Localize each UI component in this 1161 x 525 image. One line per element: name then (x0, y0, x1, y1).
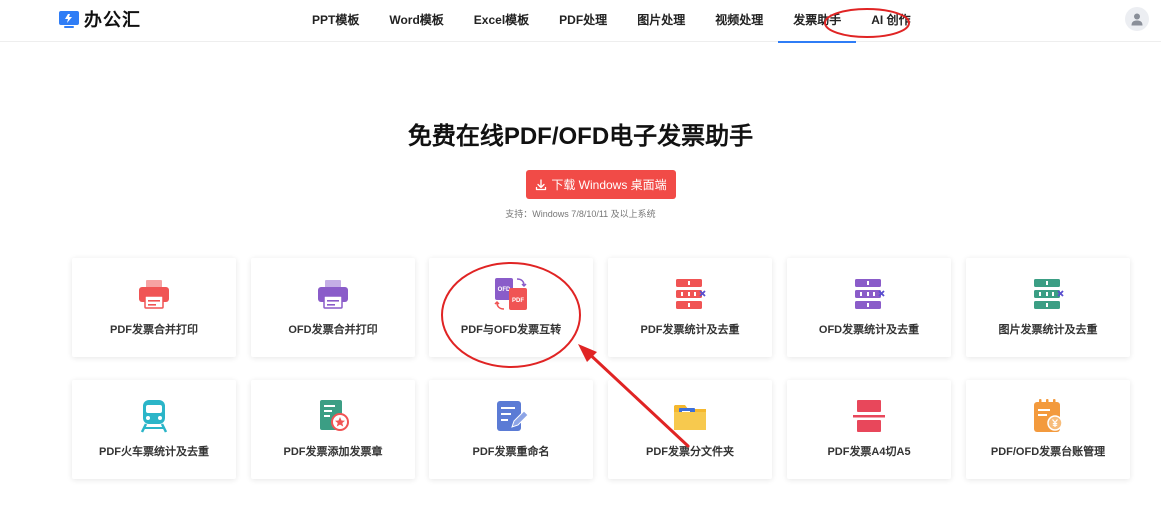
tool-card-label: PDF发票分文件夹 (646, 446, 734, 458)
nav-item-ppt-templates[interactable]: PPT模板 (297, 0, 374, 42)
printer-icon (136, 276, 172, 312)
folder-icon (672, 398, 708, 434)
tool-card-pdf-stats-dedupe[interactable]: PDF发票统计及去重 (608, 258, 772, 357)
tool-card-label: PDF与OFD发票互转 (460, 324, 562, 336)
tool-card-label: PDF发票添加发票章 (283, 446, 383, 458)
tool-card-label: PDF/OFD发票台账管理 (990, 446, 1106, 458)
tool-card-label: PDF火车票统计及去重 (99, 446, 209, 458)
tool-card-a4-to-a5[interactable]: PDF发票A4切A5 (787, 380, 951, 479)
tool-card-label: OFD发票合并打印 (288, 324, 378, 336)
tool-card-ofd-merge-print[interactable]: OFD发票合并打印 (251, 258, 415, 357)
logo-text: 办公汇 (84, 10, 141, 30)
printer-icon (315, 276, 351, 312)
system-support-text: 支持：Windows 7/8/10/11 及以上系统 (505, 209, 656, 219)
rename-icon (493, 398, 529, 434)
top-header: 办公汇 PPT模板 Word模板 Excel模板 PDF处理 图片处理 视频处理… (0, 0, 1161, 43)
tool-card-label: PDF发票统计及去重 (640, 324, 740, 336)
ledger-icon (1030, 398, 1066, 434)
main-nav: PPT模板 Word模板 Excel模板 PDF处理 图片处理 视频处理 发票助… (297, 0, 926, 43)
convert-icon: OFD PDF (493, 276, 529, 312)
stamp-doc-icon (315, 398, 351, 434)
logo-monitor-icon (59, 11, 79, 28)
tool-card-label: OFD发票统计及去重 (818, 324, 920, 336)
nav-item-image-tools[interactable]: 图片处理 (622, 0, 700, 42)
download-windows-button[interactable]: 下载 Windows 桌面端 (526, 170, 676, 199)
tool-card-label: PDF发票合并打印 (110, 324, 198, 336)
user-icon (1131, 13, 1143, 26)
svg-text:OFD: OFD (498, 287, 511, 293)
nav-item-excel-templates[interactable]: Excel模板 (459, 0, 544, 42)
nav-item-ai-create[interactable]: AI 创作 (856, 0, 925, 42)
nav-item-word-templates[interactable]: Word模板 (374, 0, 458, 42)
download-button-label: 下载 Windows 桌面端 (551, 178, 667, 192)
tool-card-label: PDF发票A4切A5 (827, 446, 911, 458)
svg-text:PDF: PDF (512, 298, 524, 304)
tool-card-invoice-ledger[interactable]: PDF/OFD发票台账管理 (966, 380, 1130, 479)
tool-card-label: 图片发票统计及去重 (998, 324, 1098, 336)
dedupe-icon (851, 276, 887, 312)
tool-card-label: PDF发票重命名 (472, 446, 550, 458)
dedupe-icon (672, 276, 708, 312)
nav-item-invoice-assistant[interactable]: 发票助手 (778, 0, 857, 43)
download-icon (536, 178, 547, 190)
split-icon (851, 398, 887, 434)
tool-card-image-stats-dedupe[interactable]: 图片发票统计及去重 (966, 258, 1130, 357)
logo[interactable]: 办公汇 (59, 10, 141, 30)
tool-card-pdf-ofd-convert[interactable]: OFD PDF PDF与OFD发票互转 (429, 258, 593, 357)
train-icon (136, 398, 172, 434)
nav-item-pdf-tools[interactable]: PDF处理 (544, 0, 622, 42)
user-avatar[interactable] (1125, 7, 1149, 31)
nav-item-video-tools[interactable]: 视频处理 (700, 0, 778, 42)
tool-card-rename-invoice[interactable]: PDF发票重命名 (429, 380, 593, 479)
tool-card-train-ticket-stats[interactable]: PDF火车票统计及去重 (72, 380, 236, 479)
tool-card-ofd-stats-dedupe[interactable]: OFD发票统计及去重 (787, 258, 951, 357)
tool-card-pdf-merge-print[interactable]: PDF发票合并打印 (72, 258, 236, 357)
dedupe-icon (1030, 276, 1066, 312)
tool-card-sort-to-folders[interactable]: PDF发票分文件夹 (608, 380, 772, 479)
page-title: 免费在线PDF/OFD电子发票助手 (407, 123, 754, 150)
tool-card-add-invoice-stamp[interactable]: PDF发票添加发票章 (251, 380, 415, 479)
